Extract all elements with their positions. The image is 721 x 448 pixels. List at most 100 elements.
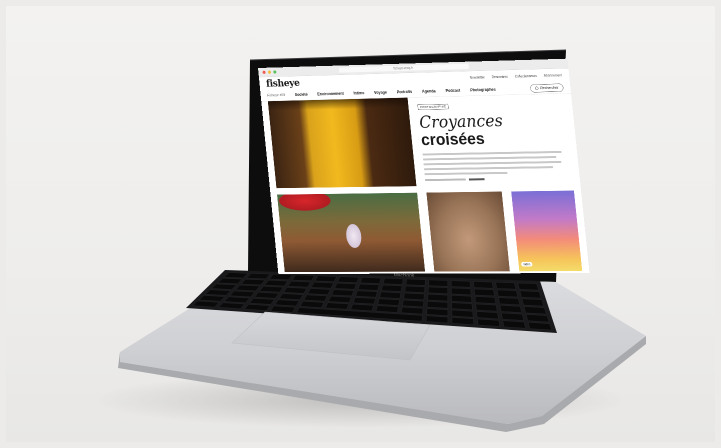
keyboard-key	[229, 290, 256, 298]
keyboard-key	[517, 282, 539, 291]
title-bold: croisées	[420, 128, 486, 149]
keyboard-key	[259, 286, 284, 293]
keyboard-key	[357, 283, 380, 291]
keyboard-key	[450, 280, 471, 288]
keyboard-key	[519, 290, 542, 299]
keyboard-key	[303, 294, 328, 302]
keyboard-key	[328, 295, 352, 303]
keyboard-key	[299, 300, 325, 308]
keyboard-key	[498, 297, 521, 306]
close-window-icon[interactable]	[262, 70, 266, 74]
utility-links: Newsletter Rencontres Collectionneurs Ab…	[470, 73, 563, 79]
content-grid: PHOTOGRAPHIE Croyances croisées Vidéo	[267, 94, 583, 274]
nav-item[interactable]: Podcast	[445, 88, 460, 93]
keyboard-key	[523, 306, 547, 315]
portrait-photo[interactable]	[426, 191, 510, 272]
address-text: fisheye-mag.fr	[393, 66, 414, 71]
keyboard-key	[350, 303, 374, 312]
keyboard-key	[476, 311, 499, 320]
nav-item[interactable]: Photographes	[470, 87, 496, 92]
search-button[interactable]: Rechercher	[529, 83, 564, 93]
keyboard-key	[451, 317, 475, 326]
keyboard-key	[377, 298, 400, 306]
keyboard-key	[405, 278, 426, 286]
keyboard-key	[283, 287, 308, 294]
keyboard-key	[314, 275, 337, 282]
keyboard-key	[428, 279, 448, 287]
keyboard-key	[427, 293, 449, 302]
nav-item[interactable]: Voyage	[374, 90, 387, 95]
keyboard-key	[382, 277, 404, 285]
keyboard-key	[425, 315, 449, 324]
keyboard-key	[426, 301, 448, 309]
keyboard-key	[310, 281, 334, 289]
scene: MacBook fisheye-mag.fr fisheye Newslette…	[0, 0, 721, 448]
keyboard-key	[375, 305, 399, 313]
keyboard-key	[499, 305, 523, 313]
keyboard-key	[501, 312, 525, 321]
keyboard-key	[249, 298, 275, 305]
keyboard-key	[451, 302, 473, 311]
keyboard-key	[287, 280, 311, 288]
article-title[interactable]: Croyances croisées	[418, 111, 560, 149]
keyboard-key	[235, 284, 261, 292]
keyboard-key	[473, 281, 494, 289]
keyboard-key	[269, 273, 293, 281]
keyboard-key	[334, 282, 357, 290]
top-link[interactable]: Rencontres	[492, 75, 509, 79]
keyboard-key	[521, 298, 545, 307]
keyboard-key	[360, 277, 382, 284]
keyboard-key	[379, 291, 402, 299]
keyboard-key	[495, 282, 517, 290]
search-label: Rechercher	[540, 85, 559, 91]
keyboard-key	[254, 292, 280, 299]
keyboard-key	[426, 308, 449, 316]
maximize-window-icon[interactable]	[273, 70, 277, 74]
keyboard-key	[264, 279, 289, 287]
keyboard-key	[331, 289, 355, 297]
keyboard-key	[291, 274, 315, 282]
category-tag[interactable]: PHOTOGRAPHIE	[417, 103, 449, 110]
article-excerpt	[422, 150, 563, 176]
keyboard-key	[403, 292, 425, 301]
keyboard-key	[502, 320, 526, 329]
keyboard-key	[451, 295, 473, 303]
keyboard-key	[223, 296, 251, 304]
fairground-photo[interactable]	[277, 192, 426, 273]
keyboard-key	[401, 306, 424, 315]
top-link[interactable]: Abonnement	[544, 73, 563, 77]
keyboard-key	[325, 302, 349, 310]
keyboard-key	[240, 279, 266, 286]
gradient-sky-photo[interactable]: Vidéo	[511, 190, 583, 272]
article-byline	[425, 177, 564, 182]
keyboard-key	[204, 289, 232, 296]
keyboard-key	[525, 314, 550, 323]
keyboard-key	[352, 297, 376, 305]
nav-item[interactable]: Environnement	[317, 91, 344, 96]
nav-item[interactable]: Agenda	[422, 89, 436, 94]
nav-item[interactable]: Société	[295, 92, 308, 97]
keyboard-key	[404, 285, 426, 293]
hero-photo[interactable]	[267, 97, 417, 189]
laptop-display: fisheye-mag.fr fisheye Newsletter Rencon…	[258, 58, 590, 275]
keyboard-key	[475, 303, 498, 312]
featured-article[interactable]: PHOTOGRAPHIE Croyances croisées	[417, 100, 564, 182]
search-icon	[534, 86, 539, 91]
nav-item[interactable]: Portraits	[397, 89, 413, 94]
video-badge: Vidéo	[520, 261, 533, 267]
top-link[interactable]: Newsletter	[470, 76, 485, 80]
keyboard-key	[278, 293, 304, 300]
site-logo[interactable]: fisheye	[266, 77, 301, 89]
keyboard-key	[355, 290, 378, 298]
minimize-window-icon[interactable]	[267, 70, 272, 74]
keyboard-key	[381, 284, 403, 292]
keyboard-key	[451, 287, 472, 296]
top-link[interactable]: Collectionneurs	[515, 74, 537, 78]
issue-label: Fisheye #69	[267, 93, 286, 98]
keyboard-key	[337, 276, 360, 283]
keyboard-key	[402, 299, 424, 308]
keyboard-key	[473, 288, 495, 297]
nav-item[interactable]: Intime	[353, 91, 364, 96]
keyboard-key	[274, 299, 300, 307]
keyboard-key	[477, 318, 501, 327]
